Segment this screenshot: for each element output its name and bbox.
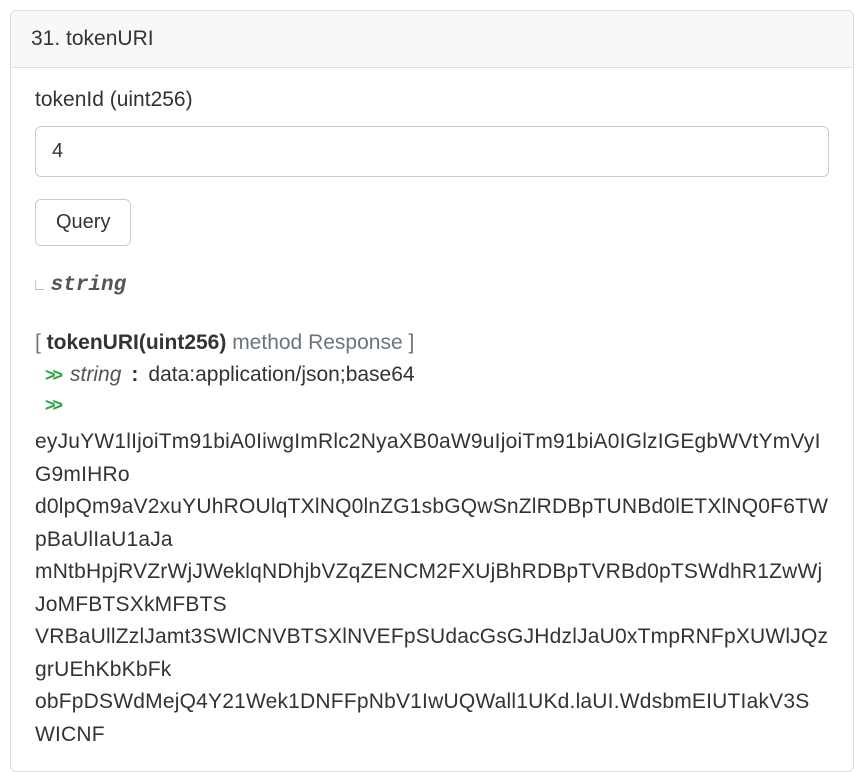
tokenid-input[interactable] (35, 126, 829, 177)
base64-line: d0lpQm9aV2xuYUhROUlqTXlNQ0lnZG1sbGQwSnZl… (35, 491, 829, 556)
chevron-right-icon: >> (45, 395, 60, 416)
response-colon: : (131, 363, 138, 387)
response-prefix: data:application/json;base64 (148, 363, 414, 387)
function-panel: 31. tokenURI tokenId (uint256) Query ∟ s… (10, 10, 854, 772)
input-label: tokenId (uint256) (35, 88, 829, 112)
base64-line: obFpDSWdMejQ4Y21Wek1DNFFpNbV1IwUQWall1UK… (35, 686, 829, 751)
method-signature: tokenURI(uint256) (47, 331, 227, 354)
base64-output: eyJuYW1lIjoiTm91biA0IiwgImRlc2NyaXB0aW9u… (35, 426, 829, 751)
response-line-2: >> (35, 395, 829, 416)
query-button[interactable]: Query (35, 199, 131, 246)
tree-connector-icon: ∟ (35, 277, 43, 295)
base64-line: eyJuYW1lIjoiTm91biA0IiwgImRlc2NyaXB0aW9u… (35, 426, 829, 491)
bracket-open: [ (35, 331, 47, 354)
response-type: string (70, 363, 121, 387)
return-type: string (51, 274, 127, 297)
function-header[interactable]: 31. tokenURI (11, 11, 853, 68)
base64-line: mNtbHpjRVZrWjJWeklqNDhjbVZqZENCM2FXUjBhR… (35, 556, 829, 621)
response-header-suffix: method Response ] (226, 331, 414, 354)
return-type-row: ∟ string (35, 274, 829, 297)
chevron-right-icon: >> (45, 365, 60, 386)
response-line-1: >> string : data:application/json;base64 (35, 363, 829, 387)
response-header: [ tokenURI(uint256) method Response ] (35, 331, 829, 355)
response-block: [ tokenURI(uint256) method Response ] >>… (35, 331, 829, 751)
base64-line: VRBaUllZzlJamt3SWlCNVBTSXlNVEFpSUdacGsGJ… (35, 621, 829, 686)
function-body: tokenId (uint256) Query ∟ string [ token… (11, 68, 853, 771)
